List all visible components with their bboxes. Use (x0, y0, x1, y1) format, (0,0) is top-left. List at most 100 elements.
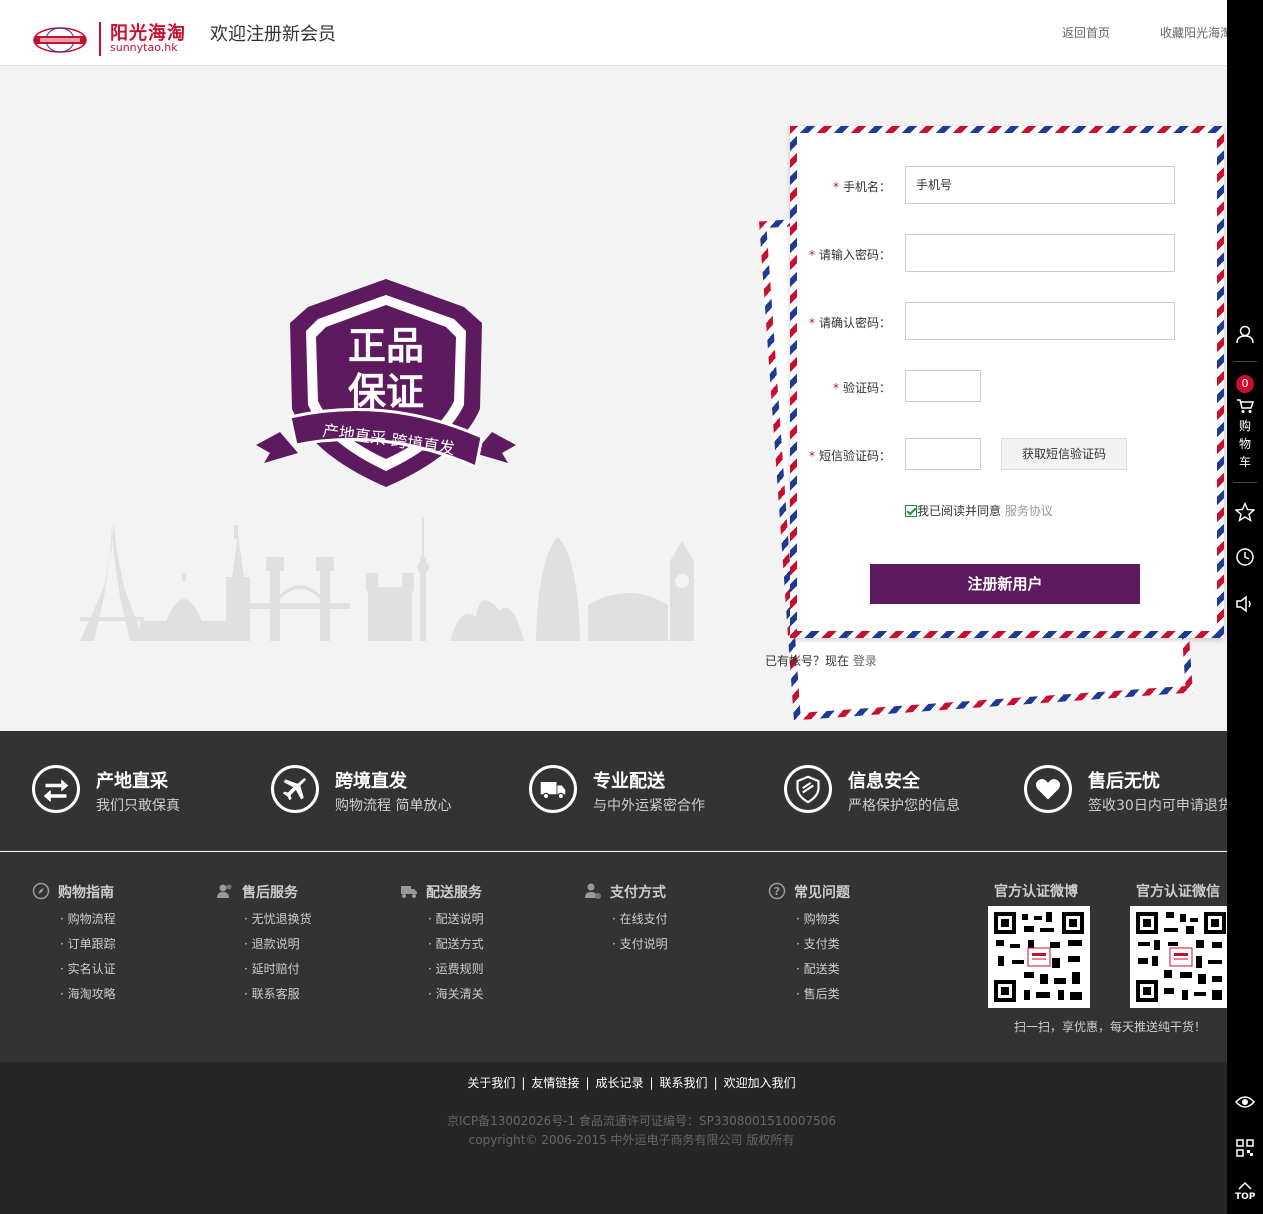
join-us-link[interactable]: 欢迎加入我们 (724, 1076, 796, 1090)
bottom-links: 关于我们 | 友情链接 | 成长记录 | 联系我们 | 欢迎加入我们 (467, 1076, 796, 1090)
cart-label[interactable]: 购物车 (1237, 417, 1253, 471)
nav-favorite-link[interactable]: 收藏阳光海淘 (1160, 24, 1227, 41)
back-to-top-icon[interactable] (1235, 1180, 1255, 1190)
feature-subtitle: 购物流程 简单放心 (335, 798, 452, 814)
footer-link[interactable]: · 延时赔付 (216, 960, 312, 977)
icp-license: 京ICP备13002026号-1 食品流通许可证编号：SP33080015100… (446, 1114, 837, 1128)
sinotrans-logo-icon[interactable] (32, 26, 88, 54)
password-label: * 请输入密码： (808, 248, 891, 262)
confirm-password-row: * 请确认密码： (797, 302, 1217, 342)
growth-history-link[interactable]: 成长记录 (595, 1076, 643, 1090)
login-prompt-text: 已有帐号？现在 (765, 654, 850, 668)
feature-item: 信息安全 严格保护您的信息 (784, 765, 1044, 821)
footer-link[interactable]: · 配送类 (768, 960, 850, 977)
footer-column-payment: 支付方式 · 在线支付 · 支付说明 (584, 882, 668, 952)
friend-links-link[interactable]: 友情链接 (531, 1076, 579, 1090)
footer-link[interactable]: · 在线支付 (584, 910, 668, 927)
confirm-password-label: * 请确认密码： (808, 316, 891, 330)
feature-subtitle: 严格保护您的信息 (848, 798, 960, 814)
password-input[interactable] (905, 234, 1175, 272)
footer-link[interactable]: · 运费规则 (400, 960, 484, 977)
user-icon[interactable] (1235, 324, 1255, 344)
sms-code-input[interactable] (905, 438, 981, 470)
footer-link[interactable]: · 海淘攻略 (32, 985, 116, 1002)
delivery-truck-icon (529, 765, 577, 813)
speaker-icon[interactable] (1235, 594, 1255, 614)
star-icon[interactable] (1235, 502, 1255, 522)
footer-link[interactable]: · 实名认证 (32, 960, 116, 977)
register-form: * 手机名： 手机号 * 请输入密码： * 请确认密码： * 验证码： * 短信验证码： … (797, 133, 1217, 631)
footer-column-shopping-guide: 购物指南 · 购物流程 · 订单跟踪 · 实名认证 · 海淘攻略 (32, 882, 116, 1002)
eye-icon[interactable] (1235, 1092, 1255, 1112)
get-sms-code-button[interactable]: 获取短信验证码 (1001, 438, 1127, 470)
captcha-row: * 验证码： (797, 370, 1217, 410)
register-card: * 手机名： 手机号 * 请输入密码： * 请确认密码： * 验证码： * 短信验证码： … (790, 126, 1224, 638)
feature-subtitle: 签收30日内可申请退货 (1088, 798, 1227, 814)
users-icon (217, 884, 232, 898)
about-us-link[interactable]: 关于我们 (467, 1076, 515, 1090)
toolbar-divider (1233, 482, 1257, 483)
logo-divider (99, 22, 101, 56)
footer-link[interactable]: · 购物类 (768, 910, 850, 927)
question-icon: ? (768, 882, 786, 900)
register-submit-button[interactable]: 注册新用户 (870, 564, 1140, 604)
footer-bottom: 关于我们 | 友情链接 | 成长记录 | 联系我们 | 欢迎加入我们 京ICP备13002026… (0, 1062, 1227, 1214)
feature-title: 信息安全 (848, 771, 920, 792)
feature-strip: 产地直采 我们只敢保真 跨境直发 购物流程 简单放心 专业配送 与中外运紧密合作… (0, 731, 1227, 851)
footer-column-title: 配送服务 (400, 882, 484, 902)
wechat-qr-title: 官方认证微信 (1136, 884, 1220, 900)
authentic-guarantee-badge: 正品 保证 产地直采 跨境直发 (256, 279, 516, 487)
user-pay-icon (585, 883, 601, 899)
cart-count-badge: 0 (1236, 375, 1254, 393)
phone-input[interactable]: 手机号 (905, 166, 1175, 204)
captcha-label: * 验证码： (832, 381, 891, 395)
feature-item: 产地直采 我们只敢保真 (32, 765, 292, 821)
qr-code-icon[interactable] (1235, 1138, 1255, 1158)
back-to-top-label[interactable]: TOP (1235, 1192, 1255, 1202)
login-prompt: 已有帐号？现在 登录 (765, 652, 877, 669)
footer-column-title: 购物指南 (32, 882, 116, 902)
footer-link[interactable]: · 无忧退换货 (216, 910, 312, 927)
footer-link[interactable]: · 海关清关 (400, 985, 484, 1002)
footer-link[interactable]: · 订单跟踪 (32, 935, 116, 952)
login-link[interactable]: 登录 (853, 654, 877, 668)
weibo-qr-code[interactable] (988, 906, 1090, 1008)
page-title: 欢迎注册新会员 (210, 24, 336, 45)
footer-link[interactable]: · 支付说明 (584, 935, 668, 952)
svg-text:?: ? (774, 885, 780, 898)
exchange-arrows-icon (32, 765, 80, 813)
password-row: * 请输入密码： (797, 234, 1217, 274)
footer-link[interactable]: · 退款说明 (216, 935, 312, 952)
wechat-qr-code[interactable] (1130, 906, 1227, 1008)
sms-code-row: * 短信验证码： 获取短信验证码 (797, 438, 1217, 478)
footer-link[interactable]: · 配送说明 (400, 910, 484, 927)
badge-line2: 保证 (348, 370, 424, 414)
footer-link[interactable]: · 配送方式 (400, 935, 484, 952)
contact-us-link[interactable]: 联系我们 (660, 1076, 708, 1090)
clock-icon[interactable] (1235, 547, 1255, 567)
airplane-icon (271, 765, 319, 813)
city-skyline-illustration (80, 517, 694, 641)
badge-line1: 正品 (348, 324, 424, 368)
footer-column-title: 支付方式 (584, 882, 668, 902)
footer-link[interactable]: · 联系客服 (216, 985, 312, 1002)
feature-subtitle: 与中外运紧密合作 (593, 798, 705, 814)
copyright: copyright© 2006-2015 中外运电子商务有限公司 版权所有 (468, 1133, 795, 1147)
phone-label: * 手机名： (832, 180, 891, 194)
compass-icon (32, 882, 50, 900)
confirm-password-input[interactable] (905, 302, 1175, 340)
nav-home-link[interactable]: 返回首页 (1062, 24, 1110, 41)
feature-title: 专业配送 (593, 771, 665, 792)
captcha-input[interactable] (905, 370, 981, 402)
footer-link[interactable]: · 支付类 (768, 935, 850, 952)
security-shield-icon (784, 765, 832, 813)
shopping-cart-icon[interactable] (1236, 398, 1254, 414)
service-agreement-link[interactable]: 服务协议 (1005, 504, 1053, 518)
truck-icon (401, 886, 417, 898)
footer-link[interactable]: · 售后类 (768, 985, 850, 1002)
footer-link[interactable]: · 购物流程 (32, 910, 116, 927)
logo-name-en[interactable]: sunnytao.hk (110, 41, 178, 54)
qr-caption: 扫一扫，享优惠，每天推送纯干货！ (1014, 1020, 1207, 1034)
agreement-checkbox[interactable] (905, 505, 917, 517)
agreement-row: 我已阅读并同意 服务协议 (905, 502, 1053, 519)
